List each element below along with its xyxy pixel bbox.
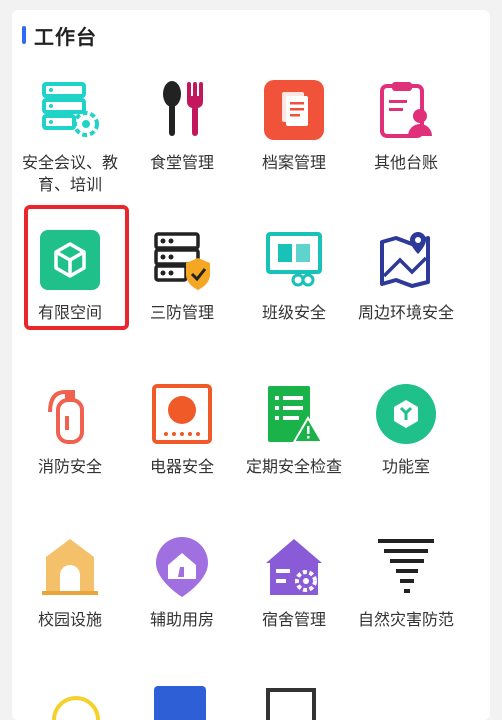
school-gate-icon [38, 535, 102, 599]
dorm-gear-icon [262, 535, 326, 599]
tile-electrical-safety[interactable]: 电器安全 [126, 382, 238, 478]
tile-label: 安全会议、教育、培训 [21, 153, 118, 194]
tile-natural-disaster[interactable]: 自然灾害防范 [350, 535, 462, 631]
tile-label: 其他台账 [373, 153, 438, 172]
section-header: 工作台 [22, 22, 97, 49]
tile-label: 有限空间 [37, 303, 102, 322]
tile-fire-safety[interactable]: 消防安全 [14, 382, 126, 478]
archive-doc-icon [262, 78, 326, 142]
house-badge-icon [150, 535, 214, 599]
tile-function-room[interactable]: 功能室 [350, 382, 462, 478]
tile-archive[interactable]: 档案管理 [238, 78, 350, 174]
tile-label: 宿舍管理 [261, 610, 326, 629]
partial-blue-icon [154, 686, 206, 720]
tile-limited-space[interactable]: 有限空间 [14, 228, 126, 324]
tile-label: 三防管理 [149, 303, 214, 322]
tile-class-safety[interactable]: 班级安全 [238, 228, 350, 324]
spoon-fork-icon [150, 78, 214, 142]
server-shield-icon [150, 228, 214, 292]
cube-icon [38, 228, 102, 292]
tile-label: 班级安全 [261, 303, 326, 322]
tile-label: 消防安全 [37, 457, 102, 476]
clipboard-user-icon [374, 78, 438, 142]
stove-icon [150, 382, 214, 446]
tile-surrounding-env[interactable]: 周边环境安全 [350, 228, 462, 324]
section-title: 工作台 [34, 24, 97, 49]
tile-label: 档案管理 [261, 153, 326, 172]
tile-canteen[interactable]: 食堂管理 [126, 78, 238, 174]
map-pin-icon [374, 228, 438, 292]
tornado-icon [374, 535, 438, 599]
tile-label: 周边环境安全 [357, 303, 454, 322]
tile-label: 自然灾害防范 [357, 610, 454, 629]
header-accent-bar [22, 26, 26, 44]
workbench-card: 工作台 安全会议、教育、培训 食堂管理 档案管理 其他台账 有限空间 三防管理 … [12, 10, 490, 720]
book-screen-icon [262, 228, 326, 292]
fire-extinguisher-icon [38, 382, 102, 446]
tile-label: 电器安全 [149, 457, 214, 476]
checklist-warning-icon [262, 382, 326, 446]
tile-safety-meeting[interactable]: 安全会议、教育、培训 [14, 78, 126, 196]
tile-other-ledger[interactable]: 其他台账 [350, 78, 462, 174]
tile-label: 定期安全检查 [245, 457, 342, 476]
tile-campus-facility[interactable]: 校园设施 [14, 535, 126, 631]
function-room-icon [374, 382, 438, 446]
tile-label: 功能室 [381, 457, 430, 476]
tile-label: 食堂管理 [149, 153, 214, 172]
server-gear-icon [38, 78, 102, 142]
tile-label: 校园设施 [37, 610, 102, 629]
tile-label: 辅助用房 [149, 610, 214, 629]
partial-yellow-icon [52, 696, 100, 720]
tile-dorm-management[interactable]: 宿舍管理 [238, 535, 350, 631]
tile-periodic-check[interactable]: 定期安全检查 [238, 382, 350, 478]
partial-dark-icon [266, 688, 316, 720]
tile-auxiliary-room[interactable]: 辅助用房 [126, 535, 238, 631]
tile-three-prevention[interactable]: 三防管理 [126, 228, 238, 324]
